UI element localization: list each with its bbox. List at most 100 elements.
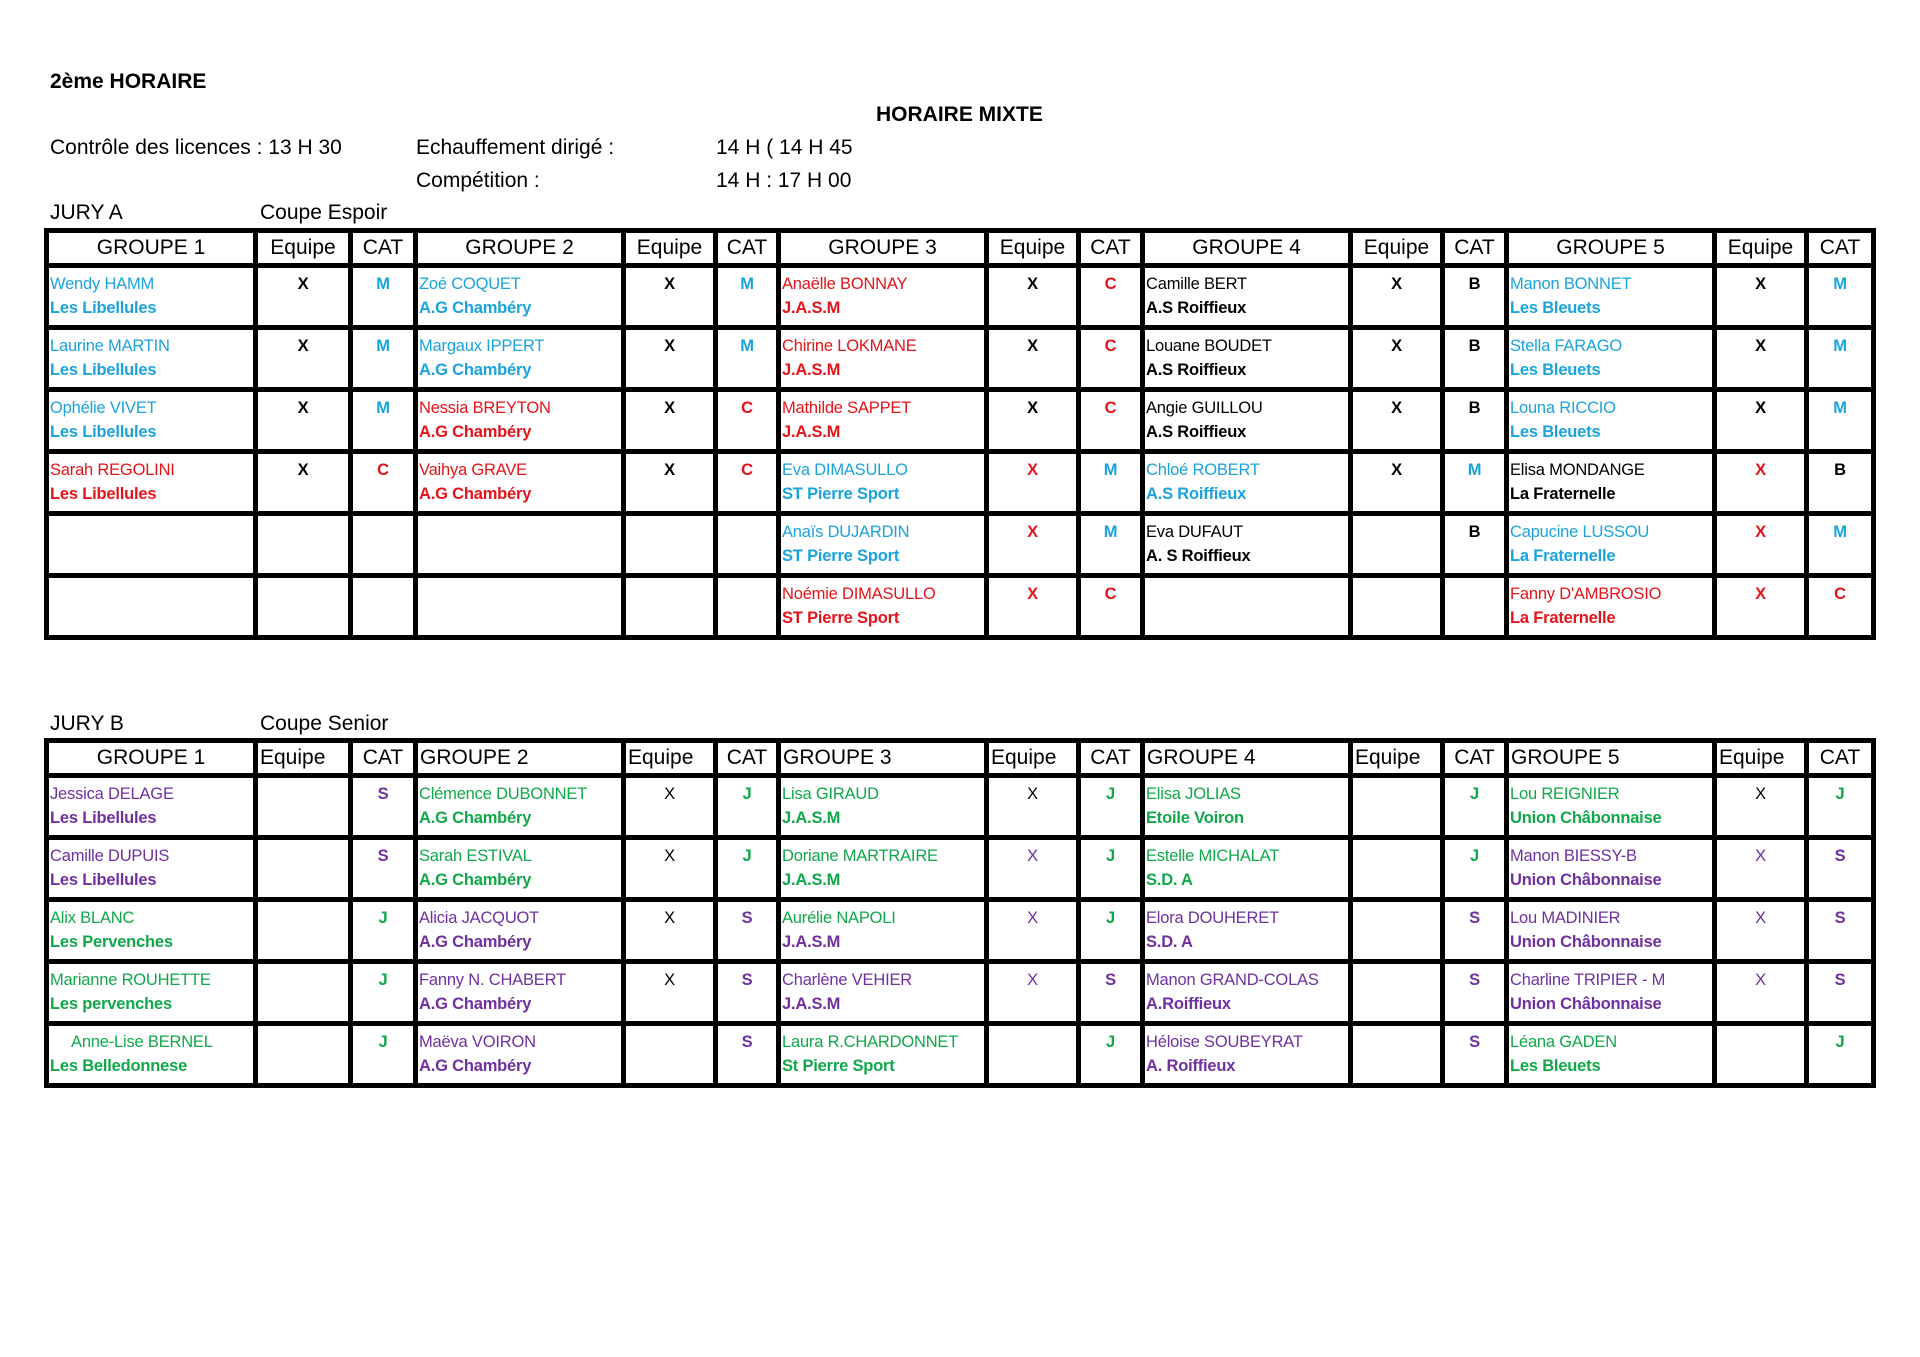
club-name: Union Châbonnaise: [1510, 809, 1662, 827]
equipe-mark: X: [664, 461, 675, 479]
gymnast-name: Héloise SOUBEYRAT: [1146, 1033, 1303, 1051]
equipe-mark: X: [1027, 909, 1038, 927]
club-name: St Pierre Sport: [782, 1057, 895, 1075]
column-header: Equipe: [984, 228, 1081, 268]
equipe-cell: X: [253, 387, 353, 454]
equipe-mark: X: [1027, 337, 1038, 355]
equipe-mark: X: [664, 971, 675, 989]
equipe-mark: X: [664, 399, 675, 417]
category-cell: M: [1804, 387, 1876, 454]
gymnast-cell: Léana GADEN Les Bleuets: [1504, 1021, 1717, 1088]
gymnast-name: Wendy HAMM: [50, 275, 155, 293]
gymnast-cell: Wendy HAMM Les Libellules: [44, 263, 258, 330]
equipe-mark: X: [1027, 523, 1038, 541]
column-header: Equipe: [621, 738, 718, 778]
club-name: A.G Chambéry: [419, 809, 532, 827]
equipe-cell: [253, 511, 353, 578]
gymnast-cell: [44, 573, 258, 640]
gymnast-cell: Doriane MARTRAIRE J.A.S.M: [776, 835, 989, 902]
gymnast-cell: Marianne ROUHETTE Les pervenches: [44, 959, 258, 1026]
gymnast-cell: Louna RICCIO Les Bleuets: [1504, 387, 1717, 454]
gymnast-cell: Anaëlle BONNAY J.A.S.M: [776, 263, 989, 330]
equipe-mark: [261, 581, 346, 586]
gymnast-cell: Margaux IPPERT A.G Chambéry: [413, 325, 626, 392]
gymnast-cell: Anaïs DUJARDIN ST Pierre Sport: [776, 511, 989, 578]
gymnast-cell: Noémie DIMASULLO ST Pierre Sport: [776, 573, 989, 640]
gymnast-name: Vaihya GRAVE: [419, 461, 528, 479]
column-header: GROUPE 2: [413, 228, 626, 268]
gymnast-cell: Mathilde SAPPET J.A.S.M: [776, 387, 989, 454]
gymnast-name: Maëva VOIRON: [419, 1033, 537, 1051]
column-header: GROUPE 5: [1504, 738, 1717, 778]
club-name: La Fraternelle: [1510, 609, 1616, 627]
gymnast-name: Camille DUPUIS: [50, 847, 170, 865]
club-name: J.A.S.M: [782, 299, 841, 317]
category-cell: [713, 573, 781, 640]
gymnast-cell: Stella FARAGO Les Bleuets: [1504, 325, 1717, 392]
jury-b-table: GROUPE 1 Equipe CAT GROUPE 2 Equipe CAT GROUPE…: [44, 738, 1876, 1088]
header-row: GROUPE 1 Equipe CAT GROUPE 2 Equipe CAT GROUPE…: [44, 228, 1876, 268]
equipe-mark: X: [1755, 337, 1766, 355]
gymnast-name: Estelle MICHALAT: [1146, 847, 1280, 865]
equipe-cell: X: [1712, 325, 1809, 392]
club-name: J.A.S.M: [782, 933, 841, 951]
gymnast-name: Capucine LUSSOU: [1510, 523, 1650, 541]
equipe-mark: X: [664, 337, 675, 355]
equipe-cell: X: [984, 573, 1081, 640]
gymnast-name: Alicia JACQUOT: [419, 909, 540, 927]
column-header: GROUPE 1: [44, 738, 258, 778]
category-cell: S: [1440, 1021, 1509, 1088]
column-header: CAT: [1804, 738, 1876, 778]
gymnast-cell: Lou MADINIER Union Châbonnaise: [1504, 897, 1717, 964]
gymnast-cell: Sarah REGOLINI Les Libellules: [44, 449, 258, 516]
category-value: M: [1833, 337, 1847, 355]
category-cell: S: [713, 897, 781, 964]
equipe-cell: X: [621, 449, 718, 516]
category-cell: J: [1076, 835, 1145, 902]
club-name: A.G Chambéry: [419, 1057, 532, 1075]
equipe-cell: [253, 959, 353, 1026]
gymnast-name: Laurine MARTIN: [50, 337, 170, 355]
club-name: J.A.S.M: [782, 809, 841, 827]
equipe-cell: [621, 573, 718, 640]
category-cell: M: [348, 325, 418, 392]
category-cell: S: [1804, 959, 1876, 1026]
gymnast-name: Camille BERT: [1146, 275, 1248, 293]
category-cell: J: [1440, 773, 1509, 840]
gymnast-name: [421, 581, 619, 610]
gymnast-cell: Zoé COQUET A.G Chambéry: [413, 263, 626, 330]
equipe-cell: X: [1712, 573, 1809, 640]
column-header: GROUPE 3: [776, 738, 989, 778]
gymnast-cell: Eva DIMASULLO ST Pierre Sport: [776, 449, 989, 516]
gymnast-name: Mathilde SAPPET: [782, 399, 912, 417]
column-header: GROUPE 5: [1504, 228, 1717, 268]
equipe-mark: [1356, 843, 1438, 848]
equipe-cell: X: [1712, 897, 1809, 964]
category-cell: M: [348, 263, 418, 330]
category-value: C: [1834, 585, 1846, 603]
category-value: S: [377, 847, 389, 865]
gymnast-name: [52, 519, 251, 548]
equipe-cell: [253, 573, 353, 640]
category-cell: B: [1804, 449, 1876, 516]
equipe-mark: X: [1755, 847, 1766, 865]
column-header: Equipe: [1348, 738, 1445, 778]
equipe-cell: X: [253, 449, 353, 516]
category-value: J: [378, 909, 388, 927]
gymnast-cell: Alix BLANC Les Pervenches: [44, 897, 258, 964]
equipe-mark: [261, 967, 346, 972]
gymnast-cell: Lou REIGNIER Union Châbonnaise: [1504, 773, 1717, 840]
table-row: Laurine MARTIN Les Libellules X M Margaux IP…: [44, 325, 1876, 392]
gymnast-name: Sarah REGOLINI: [50, 461, 175, 479]
category-value: S: [1834, 847, 1846, 865]
equipe-mark: X: [297, 275, 309, 293]
gymnast-name: Elora DOUHERET: [1146, 909, 1280, 927]
gymnast-cell: Camille BERT A.S Roiffieux: [1140, 263, 1353, 330]
column-header: GROUPE 3: [776, 228, 989, 268]
category-cell: B: [1440, 511, 1509, 578]
column-header: Equipe: [1348, 228, 1445, 268]
category-value: [1448, 581, 1502, 586]
equipe-mark: X: [1027, 847, 1038, 865]
gymnast-cell: Louane BOUDET A.S Roiffieux: [1140, 325, 1353, 392]
table-row: Wendy HAMM Les Libellules X M Zoé COQUET A.G …: [44, 263, 1876, 330]
